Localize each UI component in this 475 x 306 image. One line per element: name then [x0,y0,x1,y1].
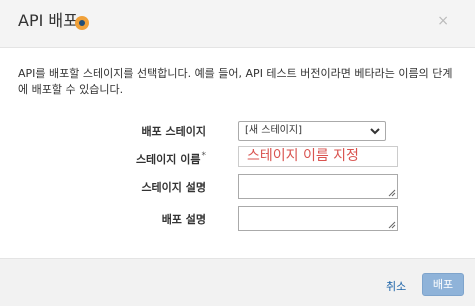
deploy-button[interactable]: 배포 [422,273,464,296]
help-icon[interactable] [75,16,89,30]
deployment-description-textarea[interactable] [238,206,398,231]
required-mark: * [201,151,207,161]
cancel-button[interactable]: 취소 [386,278,406,294]
resize-grip-icon[interactable] [387,220,396,229]
stage-description-textarea[interactable] [238,174,398,199]
chevron-down-icon [370,128,380,135]
deploy-api-dialog: API 배포 × API를 배포할 스테이지를 선택합니다. 예를 들어, AP… [0,0,475,306]
deployment-stage-label: 배포 스테이지 [141,125,206,138]
deployment-stage-select[interactable]: [새 스테이지] [238,121,386,141]
dialog-header: API 배포 × [0,0,475,48]
stage-name-label: 스테이지 이름* [136,151,206,167]
stage-description-label: 스테이지 설명 [141,181,206,194]
dialog-title: API 배포 [18,11,78,30]
deployment-stage-value: [새 스테이지] [245,125,302,136]
deployment-description-label: 배포 설명 [161,213,206,226]
dialog-description: API를 배포할 스테이지를 선택합니다. 예를 들어, API 테스트 버전이… [18,67,453,96]
resize-grip-icon[interactable] [387,188,396,197]
close-icon[interactable]: × [437,13,449,29]
stage-name-input[interactable]: 스테이지 이름 지정 [238,146,398,167]
stage-name-label-text: 스테이지 이름 [135,153,201,166]
